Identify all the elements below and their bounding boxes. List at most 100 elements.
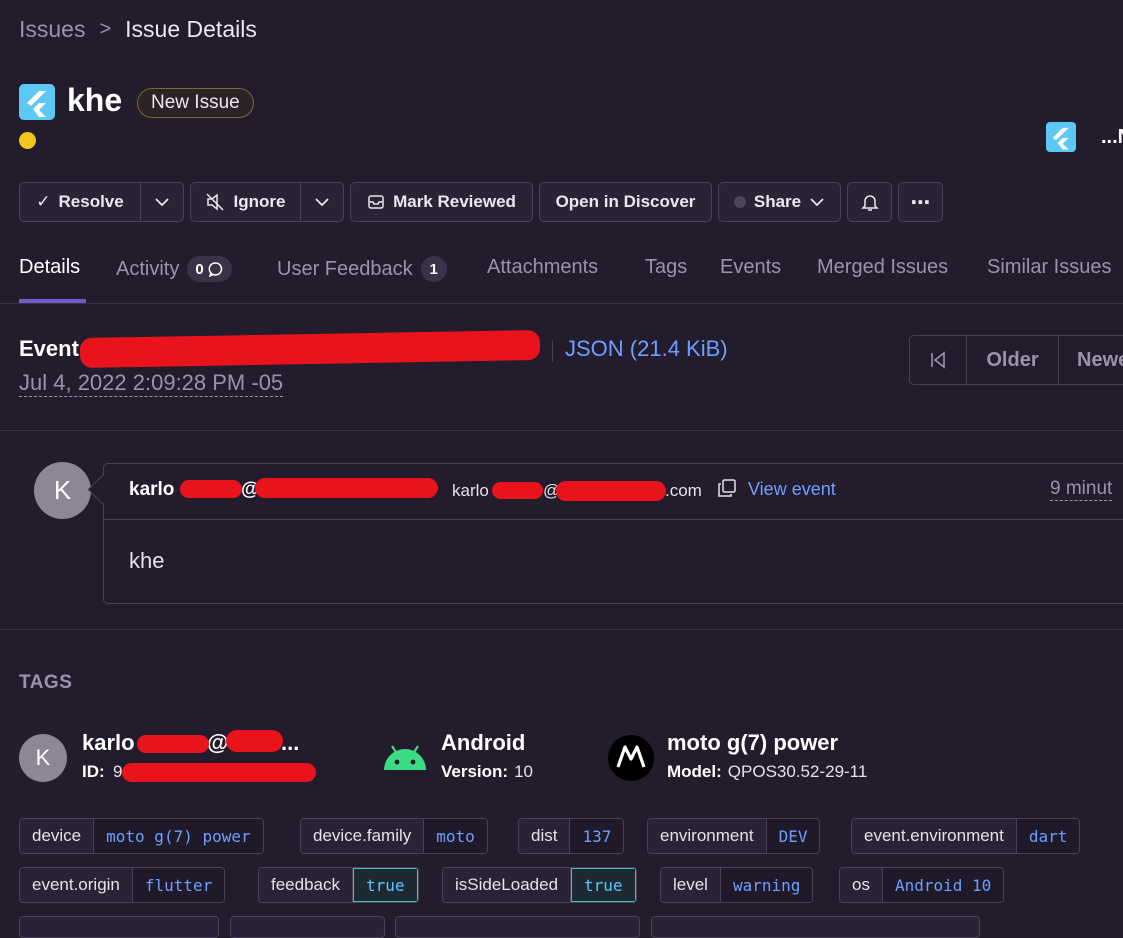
event-navigation: Older Newe: [909, 335, 1123, 385]
resolve-button[interactable]: ✓ Resolve: [19, 182, 141, 222]
redaction-name-domain: [255, 478, 438, 498]
mute-icon: [205, 193, 224, 211]
user-context-name-ellipsis: ...: [281, 730, 300, 755]
tag-key: os: [840, 868, 883, 902]
tag-partial[interactable]: [651, 916, 980, 938]
event-label: Event: [19, 336, 79, 361]
device-context-name: moto g(7) power: [667, 730, 839, 755]
share-button[interactable]: Share: [718, 182, 841, 222]
event-header-divider-line: [0, 430, 1123, 431]
tab-events[interactable]: Events: [720, 256, 781, 279]
oldest-event-button[interactable]: [910, 336, 967, 384]
tab-activity[interactable]: Activity 0: [116, 256, 232, 282]
user-feedback-count-badge: 1: [420, 256, 447, 282]
tab-tags[interactable]: Tags: [645, 256, 687, 279]
android-icon: [382, 740, 428, 777]
first-page-icon: [931, 351, 945, 369]
tab-attachments[interactable]: Attachments: [487, 256, 598, 279]
tab-user-feedback-label: User Feedback: [277, 257, 413, 280]
share-status-dot: [733, 196, 746, 208]
chevron-down-icon: [810, 198, 824, 207]
tabs-divider: [0, 303, 1123, 304]
user-id-label: ID:: [82, 762, 105, 781]
chevron-down-icon: [155, 198, 169, 207]
breadcrumb-current: Issue Details: [125, 16, 257, 42]
newer-event-button[interactable]: Newe: [1059, 336, 1123, 384]
tag-value: Android 10: [882, 868, 1004, 902]
new-issue-badge: New Issue: [137, 88, 254, 118]
tags-heading: TAGS: [19, 672, 73, 693]
tag-key: level: [661, 868, 721, 902]
tag-value: DEV: [766, 819, 820, 853]
tag-event-origin[interactable]: event.origin flutter: [19, 867, 226, 903]
tag-value: dart: [1016, 819, 1080, 853]
copy-icon[interactable]: [718, 479, 736, 502]
tag-device-family[interactable]: device.family moto: [300, 818, 488, 854]
tag-key: event.environment: [852, 819, 1017, 853]
redaction-user-domain: [226, 730, 283, 752]
tag-partial[interactable]: [19, 916, 219, 938]
flutter-platform-icon: [19, 84, 55, 120]
tab-merged-issues[interactable]: Merged Issues: [817, 256, 948, 279]
tab-similar-issues[interactable]: Similar Issues: [987, 256, 1111, 279]
os-context-name: Android: [441, 730, 526, 755]
user-context-name: karlo: [82, 730, 135, 755]
feedback-user-name: karlo: [129, 479, 175, 500]
tab-details-label: Details: [19, 256, 81, 278]
tag-level[interactable]: level warning: [660, 867, 814, 903]
older-event-button[interactable]: Older: [967, 336, 1059, 384]
feedback-card-divider: [104, 519, 1123, 520]
ignore-dropdown-button[interactable]: [300, 182, 344, 222]
tag-key: isSideLoaded: [443, 868, 572, 902]
device-model-value: QPOS30.52-29-11: [727, 762, 868, 781]
mark-reviewed-label: Mark Reviewed: [393, 192, 516, 211]
bell-icon: [860, 195, 879, 211]
avatar: K: [34, 462, 91, 519]
tag-os[interactable]: os Android 10: [839, 867, 1005, 903]
view-event-link[interactable]: View event: [748, 479, 836, 500]
open-in-discover-button[interactable]: Open in Discover: [539, 182, 712, 222]
tag-value: moto g(7) power: [94, 819, 263, 853]
feedback-comment: khe: [129, 548, 165, 573]
tag-dist[interactable]: dist 137: [518, 818, 625, 854]
more-actions-button[interactable]: ⋯: [898, 182, 943, 222]
tag-event-environment[interactable]: event.environment dart: [851, 818, 1081, 854]
share-label: Share: [753, 192, 802, 211]
tag-key: device.family: [301, 819, 425, 853]
redaction-user-name: [137, 735, 209, 753]
device-model-label: Model:: [667, 762, 722, 781]
redaction-event-id: [79, 329, 541, 369]
chevron-down-icon: [315, 198, 329, 207]
tab-details[interactable]: Details: [19, 256, 80, 279]
check-icon: ✓: [36, 192, 51, 211]
tab-user-feedback[interactable]: User Feedback 1: [277, 256, 447, 282]
tag-value: 137: [570, 819, 624, 853]
activity-count: 0: [195, 260, 204, 278]
tag-environment[interactable]: environment DEV: [647, 818, 821, 854]
subscribe-button[interactable]: [847, 182, 892, 222]
tag-value: warning: [720, 868, 813, 902]
feedback-time[interactable]: 9 minut: [1050, 478, 1113, 501]
tag-feedback[interactable]: feedback true: [258, 867, 419, 903]
ellipsis-icon: ⋯: [910, 191, 931, 214]
user-avatar: K: [19, 734, 67, 782]
feedback-email-prefix: karlo: [452, 481, 489, 500]
ignore-label: Ignore: [233, 192, 286, 211]
tag-device[interactable]: device moto g(7) power: [19, 818, 264, 854]
event-timestamp[interactable]: Jul 4, 2022 2:09:28 PM -05: [19, 370, 284, 397]
tag-partial[interactable]: [395, 916, 640, 938]
ignore-button[interactable]: Ignore: [190, 182, 301, 222]
breadcrumb-issues-link[interactable]: Issues: [19, 16, 85, 43]
tag-is-side-loaded[interactable]: isSideLoaded true: [442, 867, 637, 903]
tag-value: true: [571, 868, 636, 902]
event-json-link[interactable]: JSON (21.4 KiB): [565, 336, 728, 362]
tag-partial[interactable]: [230, 916, 385, 938]
resolve-label: Resolve: [58, 192, 124, 211]
redaction-name: [180, 480, 242, 498]
tag-value: true: [353, 868, 418, 902]
activity-count-badge: 0: [187, 256, 232, 282]
inbox-icon: [368, 195, 384, 209]
tag-value: flutter: [132, 868, 225, 902]
resolve-dropdown-button[interactable]: [140, 182, 184, 222]
mark-reviewed-button[interactable]: Mark Reviewed: [350, 182, 533, 222]
